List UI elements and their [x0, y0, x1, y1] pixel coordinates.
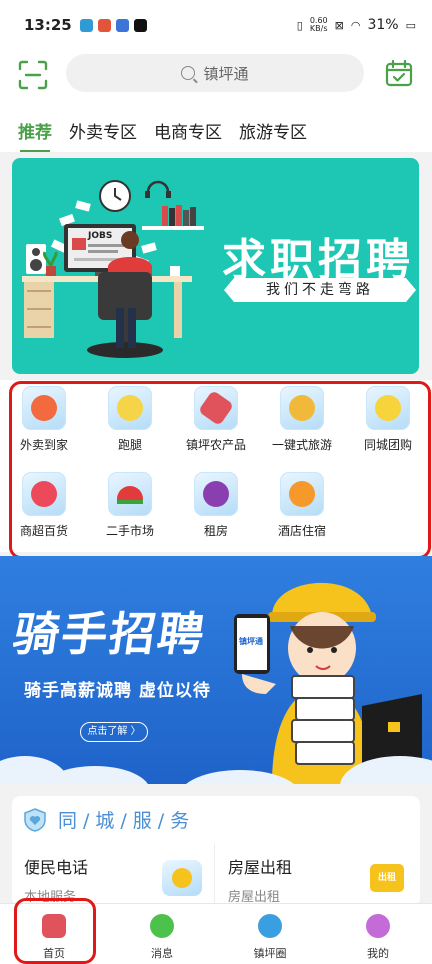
- convenience-phone-title: 便民电话: [24, 858, 89, 877]
- status-time: 13:25: [24, 16, 72, 34]
- shield-heart-icon: [24, 807, 46, 832]
- rider-banner-subtitle: 骑手高薪诚聘 虚位以待: [24, 681, 211, 701]
- app-notification-icon: [115, 18, 129, 32]
- battery-icon: ▭: [405, 18, 416, 32]
- rider-banner[interactable]: 骑手招聘 骑手高薪诚聘 虚位以待 点击了解 〉 镇坪通: [0, 556, 432, 784]
- rent-shop-icon: 出租: [370, 864, 404, 892]
- monitor-text: JOBS: [87, 231, 112, 241]
- learn-more-button[interactable]: 点击了解 〉: [80, 722, 148, 742]
- rider-illustration: 镇坪通: [234, 582, 422, 784]
- status-right: ▯ 0.60 KB/s ⊠ ◠ 31% ▭: [296, 17, 416, 34]
- nav-profile[interactable]: 我的: [324, 904, 432, 964]
- phone-ice-icon: [162, 860, 202, 896]
- message-icon: [150, 914, 174, 938]
- sim-off-icon: ⊠: [334, 18, 344, 32]
- house-rental-title: 房屋出租: [228, 858, 293, 877]
- network-speed: 0.60 KB/s: [310, 17, 328, 33]
- rent-badge-text: 出租: [377, 873, 396, 883]
- app-notification-icon: [97, 18, 111, 32]
- vibrate-icon: ▯: [296, 18, 303, 32]
- tab-travel[interactable]: 旅游专区: [239, 100, 307, 152]
- search-placeholder: 镇坪通: [203, 64, 249, 83]
- speed-unit: KB/s: [309, 24, 328, 33]
- nav-label: 我的: [367, 947, 389, 960]
- city-service-title: 同/城/服/务: [58, 810, 196, 832]
- nav-zhenping-circle[interactable]: 镇坪圈: [216, 904, 324, 964]
- category-tabs: 推荐 外卖专区 电商专区 旅游专区: [0, 100, 432, 152]
- battery-level: 31%: [367, 17, 399, 33]
- phone-screen-text: 镇坪通: [239, 636, 263, 646]
- tab-takeout[interactable]: 外卖专区: [69, 100, 137, 152]
- rider-banner-title: 骑手招聘: [9, 607, 210, 661]
- highlight-box: [14, 898, 96, 964]
- app-notification-icon: [79, 18, 93, 32]
- user-icon: [366, 914, 390, 938]
- nav-label: 镇坪圈: [253, 947, 287, 960]
- app-screen: 13:25 ▯ 0.60 KB/s ⊠ ◠ 31% ▭ 镇坪通 推荐 外卖专区 …: [0, 0, 432, 964]
- calendar-check-icon[interactable]: [385, 59, 413, 87]
- job-banner-tagline: 我们不走弯路: [224, 278, 416, 302]
- tab-recommend[interactable]: 推荐: [18, 100, 52, 152]
- status-bar: 13:25 ▯ 0.60 KB/s ⊠ ◠ 31% ▭: [0, 0, 432, 50]
- city-service-header: 同/城/服/务: [22, 806, 195, 833]
- wifi-icon: ◠: [350, 18, 361, 32]
- tiktok-icon: [133, 18, 147, 32]
- job-banner[interactable]: JOBS 求职招聘 我们不走弯路: [12, 158, 419, 374]
- search-icon: [181, 66, 196, 80]
- city-service-card: 同/城/服/务 便民电话 本地服务 房屋出租 房屋出租 出租: [12, 796, 420, 906]
- nav-messages[interactable]: 消息: [108, 904, 216, 964]
- top-bar: 镇坪通: [0, 50, 432, 100]
- house-rental-item[interactable]: 房屋出租 房屋出租: [228, 854, 292, 905]
- office-illustration: JOBS: [22, 180, 204, 358]
- tab-ecommerce[interactable]: 电商专区: [154, 100, 222, 152]
- highlight-box: [9, 381, 431, 559]
- divider: [214, 844, 215, 904]
- scan-icon[interactable]: [18, 60, 48, 90]
- nav-label: 消息: [151, 947, 173, 960]
- chat-circle-icon: [258, 914, 282, 938]
- search-bar[interactable]: 镇坪通: [66, 54, 364, 92]
